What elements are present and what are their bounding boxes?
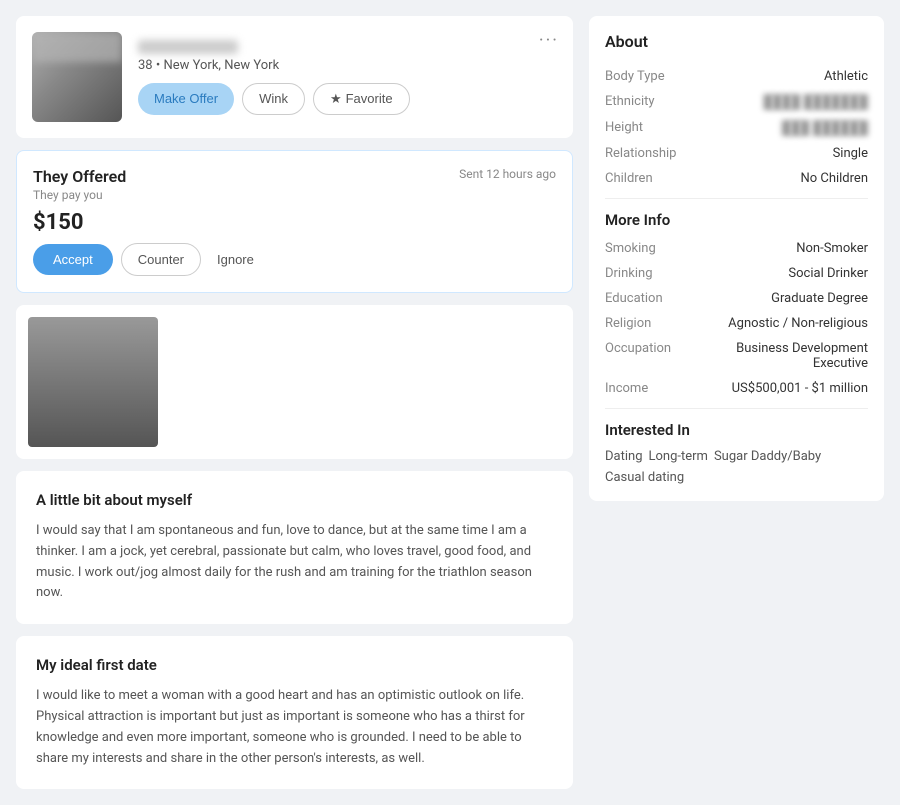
tag-dating: Dating <box>605 449 643 464</box>
tag-sugardaddy: Sugar Daddy/Baby <box>714 449 821 464</box>
ideal-date-body: I would like to meet a woman with a good… <box>36 686 553 769</box>
income-value: US$500,001 - $1 million <box>695 381 868 396</box>
smoking-row: Smoking Non-Smoker <box>605 241 868 256</box>
religion-value: Agnostic / Non-religious <box>695 316 868 331</box>
section-divider-2 <box>605 408 868 409</box>
occupation-value: Business Development Executive <box>695 341 868 371</box>
education-label: Education <box>605 291 695 306</box>
wink-button[interactable]: Wink <box>242 83 305 115</box>
profile-age-location: 38 • New York, New York <box>138 58 557 73</box>
offer-sent-time: Sent 12 hours ago <box>459 167 556 181</box>
ideal-date-card: My ideal first date I would like to meet… <box>16 636 573 789</box>
income-label: Income <box>605 381 695 396</box>
about-myself-title: A little bit about myself <box>36 491 553 509</box>
section-divider-1 <box>605 198 868 199</box>
occupation-label: Occupation <box>605 341 695 356</box>
income-row: Income US$500,001 - $1 million <box>605 381 868 396</box>
offer-actions: Accept Counter Ignore <box>33 243 556 276</box>
children-label: Children <box>605 171 695 186</box>
favorite-button[interactable]: ★ Favorite <box>313 83 410 115</box>
drinking-value: Social Drinker <box>695 266 868 281</box>
drinking-label: Drinking <box>605 266 695 281</box>
star-icon: ★ <box>330 91 342 107</box>
photo-card <box>16 305 573 459</box>
counter-button[interactable]: Counter <box>121 243 201 276</box>
occupation-row: Occupation Business Development Executiv… <box>605 341 868 371</box>
religion-row: Religion Agnostic / Non-religious <box>605 316 868 331</box>
ethnicity-label: Ethnicity <box>605 94 695 109</box>
offer-top: They Offered They pay you Sent 12 hours … <box>33 167 556 202</box>
children-row: Children No Children <box>605 171 868 186</box>
more-options-button[interactable]: ··· <box>539 30 559 51</box>
photo-thumb-inner <box>28 317 158 447</box>
accept-button[interactable]: Accept <box>33 244 113 275</box>
profile-info: 38 • New York, New York Make Offer Wink … <box>138 40 557 115</box>
height-row: Height ███ ██████ <box>605 120 868 136</box>
interested-tags: Dating Long-term Sugar Daddy/Baby Casual… <box>605 449 868 485</box>
tag-casual: Casual dating <box>605 470 684 485</box>
body-type-row: Body Type Athletic <box>605 69 868 84</box>
relationship-value: Single <box>695 146 868 161</box>
photo-thumbnail[interactable] <box>28 317 158 447</box>
ideal-date-title: My ideal first date <box>36 656 553 674</box>
ethnicity-value: ████ ███████ <box>695 94 868 110</box>
page-wrapper: 38 • New York, New York Make Offer Wink … <box>0 0 900 805</box>
offer-subtitle: They pay you <box>33 188 126 202</box>
body-type-value: Athletic <box>695 69 868 84</box>
body-type-label: Body Type <box>605 69 695 84</box>
tag-longterm: Long-term <box>649 449 708 464</box>
smoking-label: Smoking <box>605 241 695 256</box>
height-value: ███ ██████ <box>695 120 868 136</box>
education-row: Education Graduate Degree <box>605 291 868 306</box>
make-offer-button[interactable]: Make Offer <box>138 83 234 115</box>
smoking-value: Non-Smoker <box>695 241 868 256</box>
drinking-row: Drinking Social Drinker <box>605 266 868 281</box>
height-label: Height <box>605 120 695 135</box>
profile-name-blurred <box>138 40 238 54</box>
interested-in-title: Interested In <box>605 421 868 439</box>
right-column: About Body Type Athletic Ethnicity ████ … <box>589 16 884 789</box>
offer-amount: $150 <box>33 210 556 235</box>
avatar-blur <box>32 32 122 62</box>
left-column: 38 • New York, New York Make Offer Wink … <box>16 16 573 789</box>
about-section-title: About <box>605 32 868 57</box>
education-value: Graduate Degree <box>695 291 868 306</box>
religion-label: Religion <box>605 316 695 331</box>
about-myself-body: I would say that I am spontaneous and fu… <box>36 521 553 604</box>
avatar <box>32 32 122 122</box>
ignore-button[interactable]: Ignore <box>209 244 262 275</box>
more-info-title: More Info <box>605 211 868 229</box>
children-value: No Children <box>695 171 868 186</box>
about-myself-card: A little bit about myself I would say th… <box>16 471 573 624</box>
offer-title-block: They Offered They pay you <box>33 167 126 202</box>
offer-card: They Offered They pay you Sent 12 hours … <box>16 150 573 293</box>
relationship-row: Relationship Single <box>605 146 868 161</box>
right-panel: About Body Type Athletic Ethnicity ████ … <box>589 16 884 501</box>
profile-name-row <box>138 40 557 54</box>
ethnicity-row: Ethnicity ████ ███████ <box>605 94 868 110</box>
profile-actions: Make Offer Wink ★ Favorite <box>138 83 557 115</box>
profile-card: 38 • New York, New York Make Offer Wink … <box>16 16 573 138</box>
offer-title: They Offered <box>33 167 126 186</box>
relationship-label: Relationship <box>605 146 695 161</box>
